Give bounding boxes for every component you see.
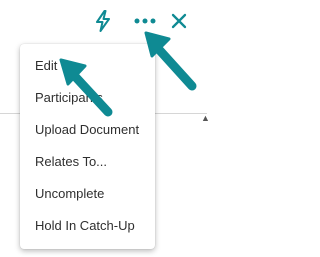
- menu-item-edit[interactable]: Edit: [20, 50, 155, 81]
- more-options-icon: [134, 18, 156, 24]
- close-button[interactable]: [167, 9, 191, 33]
- close-icon: [171, 13, 187, 29]
- menu-item-relates-to[interactable]: Relates To...: [20, 146, 155, 177]
- menu-item-uncomplete[interactable]: Uncomplete: [20, 178, 155, 209]
- menu-item-participants[interactable]: Participants: [20, 82, 155, 113]
- background-caret-icon: ▲: [201, 113, 210, 123]
- lightning-bolt-icon: [96, 10, 110, 32]
- more-options-button[interactable]: [133, 9, 157, 33]
- app-screen: ▲ Edit Participants Upload Document Rela…: [0, 0, 210, 257]
- more-options-menu: Edit Participants Upload Document Relate…: [20, 44, 155, 249]
- menu-item-upload-document[interactable]: Upload Document: [20, 114, 155, 145]
- lightning-bolt-button[interactable]: [91, 9, 115, 33]
- menu-item-hold-in-catch-up[interactable]: Hold In Catch-Up: [20, 210, 155, 241]
